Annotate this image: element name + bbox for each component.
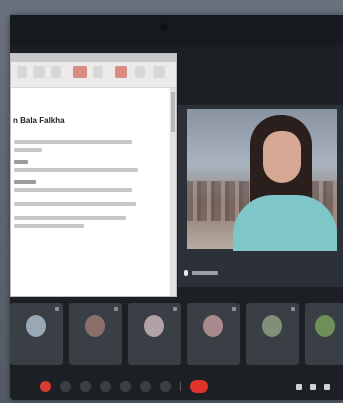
- microphone-icon: [184, 270, 188, 276]
- call-control-bar: [10, 371, 343, 400]
- slide-text-line: [14, 168, 138, 172]
- ribbon-button[interactable]: [115, 66, 127, 78]
- slide-text-line: [14, 202, 136, 206]
- participant-avatar: [262, 315, 282, 337]
- window-top-bar: [10, 15, 343, 45]
- ribbon-button[interactable]: [17, 66, 27, 78]
- scrollbar-thumb[interactable]: [171, 92, 175, 132]
- speaker-video-feed: [187, 109, 337, 251]
- slide-text-line: [14, 140, 132, 144]
- more-options-icon[interactable]: [232, 307, 236, 311]
- end-call-icon[interactable]: [190, 380, 208, 393]
- speaker-face: [263, 131, 301, 183]
- emoji-icon[interactable]: [100, 381, 111, 392]
- control-divider: [180, 382, 181, 391]
- participant-avatar: [203, 315, 223, 337]
- slide-canvas: n Bala Falkha: [11, 88, 169, 296]
- participant-avatar: [144, 315, 164, 337]
- ribbon-button[interactable]: [153, 66, 165, 78]
- microphone-toggle-icon[interactable]: [40, 381, 51, 392]
- speaker-video-tile[interactable]: [178, 105, 343, 287]
- ribbon-button[interactable]: [93, 66, 103, 78]
- more-options-icon[interactable]: [173, 307, 177, 311]
- slide-text-line: [14, 216, 126, 220]
- ribbon-button[interactable]: [73, 66, 87, 78]
- presentation-title-bar: [11, 54, 176, 62]
- raise-hand-icon[interactable]: [140, 381, 151, 392]
- participant-tile[interactable]: [69, 303, 122, 365]
- speaker-body: [233, 195, 337, 251]
- ribbon-button[interactable]: [33, 66, 45, 78]
- speaker-name-label: [192, 271, 218, 275]
- more-options-icon[interactable]: [55, 307, 59, 311]
- meeting-window: n Bala Falkha: [10, 15, 343, 400]
- participant-tile[interactable]: [305, 303, 343, 365]
- slide-text-line: [14, 224, 84, 228]
- ribbon-button[interactable]: [51, 66, 61, 78]
- slide-title: n Bala Falkha: [13, 116, 65, 125]
- slide-text-line: [14, 148, 42, 152]
- presentation-scrollbar[interactable]: [170, 88, 176, 296]
- participant-avatar: [85, 315, 105, 337]
- more-options-icon[interactable]: [114, 307, 118, 311]
- ribbon-button[interactable]: [135, 66, 145, 78]
- participant-tile[interactable]: [128, 303, 181, 365]
- camera-toggle-icon[interactable]: [60, 381, 71, 392]
- participant-tile[interactable]: [187, 303, 240, 365]
- participant-tile[interactable]: [10, 303, 63, 365]
- people-icon[interactable]: [310, 384, 316, 390]
- more-icon[interactable]: [160, 381, 171, 392]
- participant-tile[interactable]: [246, 303, 299, 365]
- captions-icon[interactable]: [80, 381, 91, 392]
- slide-text-line: [14, 188, 132, 192]
- chat-icon[interactable]: [324, 384, 330, 390]
- slide-text-line: [14, 160, 28, 164]
- participant-avatar: [26, 315, 46, 337]
- slide-text-line: [14, 180, 36, 184]
- presentation-ribbon: [11, 54, 176, 88]
- participant-filmstrip: [10, 299, 343, 369]
- present-icon[interactable]: [120, 381, 131, 392]
- shared-presentation-window: n Bala Falkha: [10, 53, 177, 297]
- webcam-indicator-icon: [160, 23, 168, 31]
- speaker-name-tag: [184, 270, 218, 276]
- more-options-icon[interactable]: [291, 307, 295, 311]
- info-icon[interactable]: [296, 384, 302, 390]
- participant-avatar: [315, 315, 335, 337]
